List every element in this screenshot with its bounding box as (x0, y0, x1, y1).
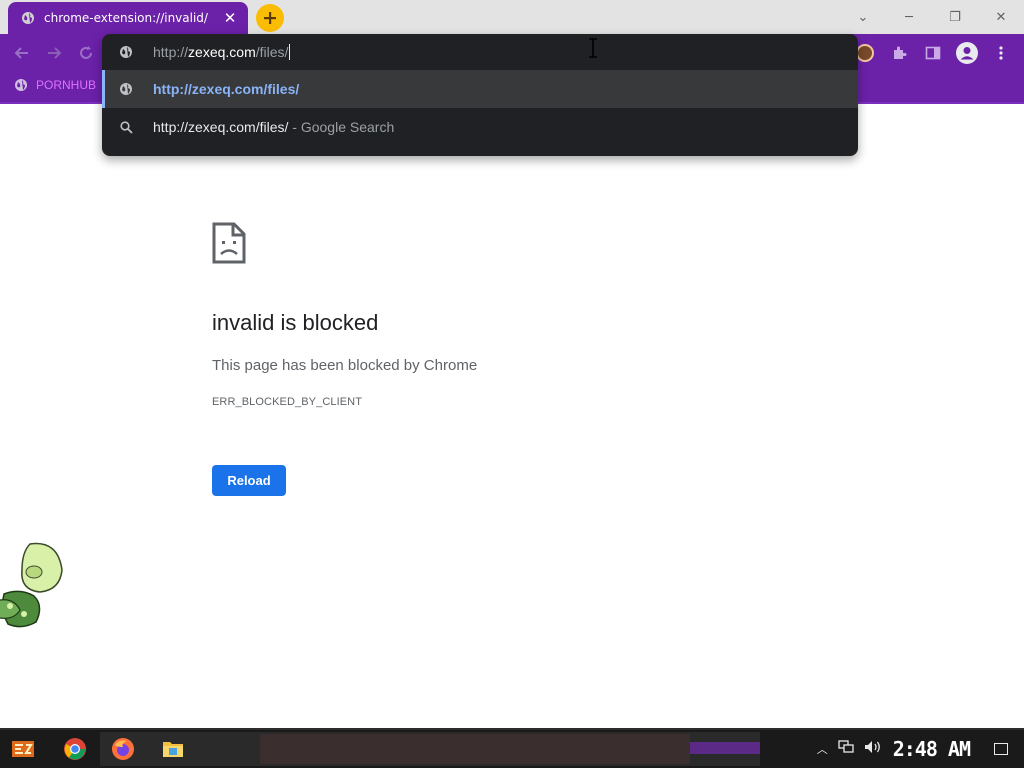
volume-icon[interactable] (864, 740, 882, 758)
text-caret (289, 44, 291, 60)
extensions-puzzle-icon[interactable] (886, 40, 912, 66)
file-explorer-icon[interactable] (158, 734, 188, 764)
text-cursor-icon (589, 38, 597, 58)
start-icon[interactable] (8, 734, 38, 764)
tab-title: chrome-extension://invalid/ (44, 11, 208, 25)
globe-icon (118, 44, 134, 60)
suggestion-url: http://zexeq.com/files/ (153, 81, 300, 97)
side-panel-icon[interactable] (920, 40, 946, 66)
sad-page-icon (212, 222, 246, 264)
tray-chevron-icon[interactable]: ︿ (817, 741, 828, 757)
tab-close-icon[interactable]: ✕ (222, 9, 238, 27)
reload-button[interactable]: Reload (212, 465, 286, 496)
restore-button[interactable]: ❐ (932, 0, 978, 34)
suggestion-suffix: - Google Search (292, 119, 395, 135)
back-button[interactable] (12, 43, 32, 63)
suggestion-search: http://zexeq.com/files/ - Google Search (153, 119, 394, 135)
network-icon[interactable] (838, 740, 854, 758)
profile-icon[interactable] (954, 40, 980, 66)
close-window-button[interactable]: ✕ (978, 0, 1024, 34)
tab-strip: chrome-extension://invalid/ ✕ ⌄ ─ ❐ ✕ (0, 0, 1024, 34)
error-code: ERR_BLOCKED_BY_CLIENT (212, 396, 363, 408)
omnibox-suggestion[interactable]: http://zexeq.com/files/ (102, 70, 858, 108)
address-path: /files/ (255, 44, 289, 60)
firefox-icon[interactable] (108, 734, 138, 764)
omnibox-dropdown: http://zexeq.com/files/ http://zexeq.com… (102, 34, 858, 156)
bookmark-label: PORNHUB (36, 78, 97, 92)
address-text: http://zexeq.com/files/ (153, 44, 291, 60)
forward-arrow-icon (48, 47, 62, 59)
globe-icon (118, 81, 134, 97)
new-tab-button[interactable] (256, 4, 284, 32)
minimize-button[interactable]: ─ (886, 0, 932, 34)
bookmark-item[interactable]: PORNHUB (14, 78, 96, 92)
address-host: zexeq.com (188, 44, 256, 60)
chrome-icon[interactable] (60, 734, 90, 764)
suggestion-query: http://zexeq.com/files/ (153, 119, 289, 135)
tab-search-icon[interactable]: ⌄ (840, 0, 886, 34)
globe-icon (20, 10, 36, 26)
globe-icon (15, 79, 27, 91)
error-description: This page has been blocked by Chrome (212, 357, 478, 374)
address-scheme: http:// (153, 44, 189, 60)
search-icon (118, 119, 134, 135)
plus-icon (264, 12, 276, 24)
window-controls: ⌄ ─ ❐ ✕ (840, 0, 1024, 34)
back-arrow-icon (14, 47, 28, 59)
taskbar: ︿ 2:48 AM (0, 728, 1024, 768)
error-title: invalid is blocked (212, 310, 379, 335)
omnibox-suggestion[interactable]: http://zexeq.com/files/ - Google Search (102, 108, 858, 146)
address-bar-input[interactable]: http://zexeq.com/files/ (102, 34, 858, 70)
reload-toolbar-button[interactable] (76, 43, 96, 63)
system-tray: ︿ 2:48 AM (812, 730, 1024, 768)
notification-center-icon[interactable] (994, 743, 1008, 755)
forward-button[interactable] (44, 43, 64, 63)
clock[interactable]: 2:48 AM (893, 737, 971, 761)
toolbar-right-icons (852, 40, 1014, 66)
refresh-icon (80, 46, 92, 59)
taskbar-decoration (100, 732, 760, 766)
character-decoration (0, 542, 63, 628)
active-tab[interactable]: chrome-extension://invalid/ ✕ (8, 2, 248, 34)
menu-kebab-icon[interactable] (988, 40, 1014, 66)
